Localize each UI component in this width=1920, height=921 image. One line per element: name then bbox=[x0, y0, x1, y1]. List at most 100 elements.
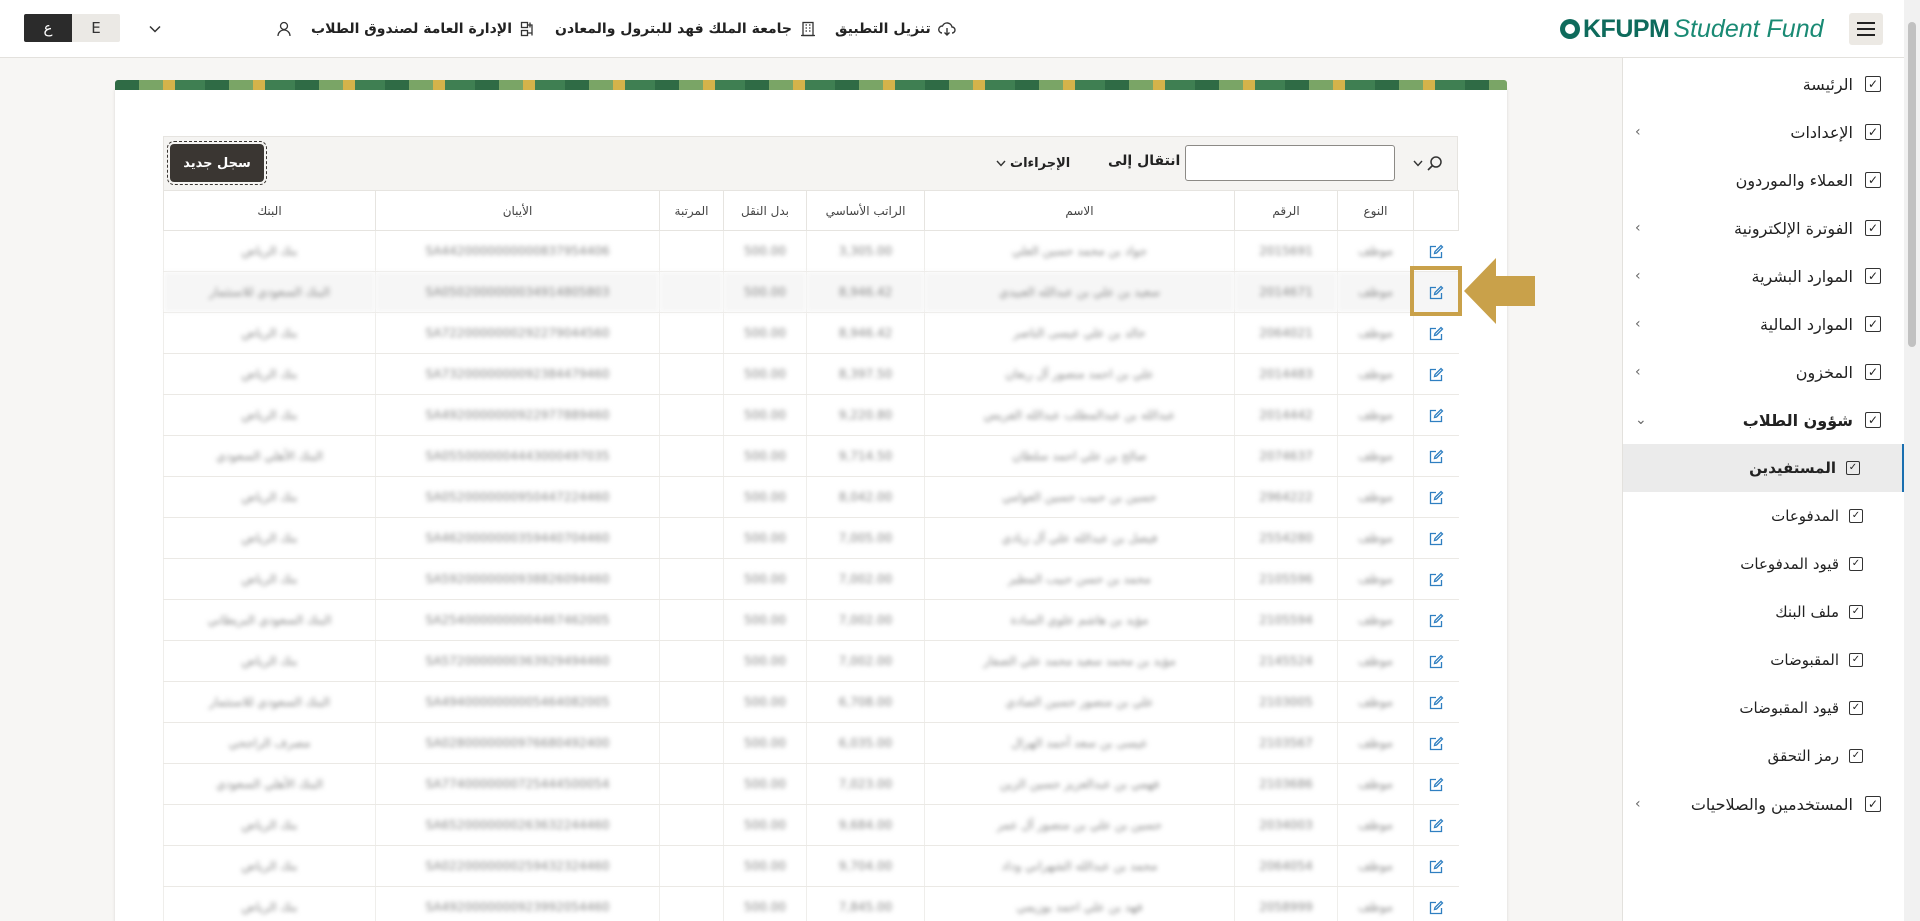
table-row[interactable]: موظف 2034003 حسين بن علي بن منصور آل عمر 9,… bbox=[163, 804, 1459, 846]
checkbox-icon: ✓ bbox=[1865, 172, 1881, 188]
edit-row-button[interactable] bbox=[1413, 394, 1459, 436]
table-cell: SA4940000000005464082005 bbox=[375, 681, 660, 723]
table-cell: SA7320000000092384479460 bbox=[375, 353, 660, 395]
new-record-button[interactable]: سجل جديد bbox=[167, 141, 267, 185]
sidebar-item-verification-code[interactable]: ✓ رمز التحقق bbox=[1623, 732, 1905, 780]
sidebar-item-customers-suppliers[interactable]: ✓ العملاء والموردون bbox=[1623, 156, 1905, 204]
table-row[interactable]: موظف 2064054 محمد بن عبدالله الشهراني وداد… bbox=[163, 845, 1459, 887]
table-cell: صالح بن علي احمد سلطان bbox=[924, 435, 1235, 477]
table-cell: 7,023.00 bbox=[806, 763, 925, 805]
edit-row-button[interactable] bbox=[1413, 312, 1459, 354]
edit-row-button[interactable] bbox=[1413, 558, 1459, 600]
sidebar-item-settings[interactable]: ✓ الإعدادات ‹ bbox=[1623, 108, 1905, 156]
table-row[interactable]: موظف 2964222 حسين بن حبيب حسين العوامي 8,04… bbox=[163, 476, 1459, 518]
table-cell: 2105596 bbox=[1234, 558, 1338, 600]
sidebar-item-users-permissions[interactable]: ✓ المستخدمين والصلاحيات ‹ bbox=[1623, 780, 1905, 828]
table-cell: علي بن احمد منصور آل ربعان bbox=[924, 353, 1235, 395]
edit-row-button[interactable] bbox=[1413, 271, 1459, 313]
table-cell bbox=[659, 230, 724, 272]
page-scrollbar[interactable] bbox=[1904, 0, 1920, 921]
edit-row-button[interactable] bbox=[1413, 517, 1459, 559]
column-header[interactable]: الاسم bbox=[924, 190, 1235, 231]
edit-row-button[interactable] bbox=[1413, 804, 1459, 846]
download-app-link[interactable]: تنزيل التطبيق bbox=[835, 20, 956, 38]
sidebar-item-receipt-entries[interactable]: ✓ قيود المقبوضات bbox=[1623, 684, 1905, 732]
search-options-button[interactable] bbox=[1410, 150, 1446, 176]
table-row[interactable]: موظف 2105594 مؤيد بن هاشم علوي السادة 7,002… bbox=[163, 599, 1459, 641]
sidebar-item-receipts[interactable]: ✓ المقبوضات bbox=[1623, 636, 1905, 684]
table-row[interactable]: موظف 2014483 علي بن احمد منصور آل ربعان 8,3… bbox=[163, 353, 1459, 395]
table-row[interactable]: موظف 2058999 فهد بن علي احمد بوزيمي 7,845.0… bbox=[163, 886, 1459, 921]
table-row[interactable]: موظف 2103567 عيسى بن سعد أحمد الهزال 6,035.… bbox=[163, 722, 1459, 764]
app-logo[interactable]: KFUPM Student Fund bbox=[1560, 11, 1824, 47]
table-cell bbox=[659, 353, 724, 395]
edit-row-button[interactable] bbox=[1413, 845, 1459, 887]
checkbox-icon: ✓ bbox=[1849, 557, 1863, 571]
sidebar-item-e-invoicing[interactable]: ✓ الفوترة الإلكترونية ‹ bbox=[1623, 204, 1905, 252]
column-header[interactable]: المرتبة bbox=[659, 190, 724, 231]
table-row[interactable]: موظف 2014442 عبدالله بن عبدالمطلب عبدالله … bbox=[163, 394, 1459, 436]
sidebar-item-bank-file[interactable]: ✓ ملف البنك bbox=[1623, 588, 1905, 636]
table-cell: 500.00 bbox=[723, 763, 807, 805]
column-header[interactable]: الأيبان bbox=[375, 190, 660, 231]
sidebar-item-student-affairs[interactable]: ✓ شؤون الطلاب ⌄ bbox=[1623, 396, 1905, 444]
table-row[interactable]: موظف 2015691 جواد بن محمد حسين العلي 3,305.… bbox=[163, 230, 1459, 272]
table-cell: SA4420000000000837954406 bbox=[375, 230, 660, 272]
table-cell: 3,305.00 bbox=[806, 230, 925, 272]
table-cell bbox=[659, 312, 724, 354]
table-row[interactable]: موظف 2074637 صالح بن علي احمد سلطان 9,714.5… bbox=[163, 435, 1459, 477]
table-row[interactable]: موظف 2014671 سعيد بن علي بن عبدالله العبيد… bbox=[163, 271, 1459, 313]
column-header[interactable]: الراتب الأساسي bbox=[806, 190, 925, 231]
edit-row-button[interactable] bbox=[1413, 763, 1459, 805]
actions-label: الإجراءات bbox=[1010, 155, 1071, 171]
edit-row-button[interactable] bbox=[1413, 230, 1459, 272]
sidebar-item-financial-resources[interactable]: ✓ الموارد المالية ‹ bbox=[1623, 300, 1905, 348]
column-header[interactable]: الرقم bbox=[1234, 190, 1338, 231]
fund-administration-link[interactable]: الإدارة العامة لصندوق الطلاب bbox=[311, 20, 537, 38]
table-row[interactable]: موظف 2103005 علي بن منصور حسين الصادي 6,708… bbox=[163, 681, 1459, 723]
table-row[interactable]: موظف 2105596 محمد بن حسن حبيب المطير 7,002.… bbox=[163, 558, 1459, 600]
table-cell: 9,220.80 bbox=[806, 394, 925, 436]
sidebar-item-payment-entries[interactable]: ✓ قيود المدفوعات bbox=[1623, 540, 1905, 588]
column-header[interactable]: البنك bbox=[163, 190, 376, 231]
edit-row-button[interactable] bbox=[1413, 476, 1459, 518]
language-dropdown[interactable] bbox=[140, 14, 170, 44]
edit-row-button[interactable] bbox=[1413, 722, 1459, 764]
edit-row-button[interactable] bbox=[1413, 599, 1459, 641]
table-row[interactable]: موظف 2103686 فهمي بن عبدالعزيز حسين الزين 7… bbox=[163, 763, 1459, 805]
table-cell: مؤيد بن هاشم علوي السادة bbox=[924, 599, 1235, 641]
user-profile-button[interactable] bbox=[268, 20, 293, 38]
edit-row-button[interactable] bbox=[1413, 435, 1459, 477]
column-header[interactable]: النوع bbox=[1337, 190, 1414, 231]
university-link[interactable]: جامعة الملك فهد للبترول والمعادن bbox=[555, 20, 817, 38]
sidebar-item-payments[interactable]: ✓ المدفوعات bbox=[1623, 492, 1905, 540]
table-cell: SA0220000000259432324460 bbox=[375, 845, 660, 887]
hamburger-menu-button[interactable] bbox=[1849, 13, 1883, 45]
edit-row-button[interactable] bbox=[1413, 353, 1459, 395]
table-cell: محمد بن عبدالله الشهراني وداد bbox=[924, 845, 1235, 887]
search-input[interactable] bbox=[1185, 145, 1395, 181]
edit-row-button[interactable] bbox=[1413, 640, 1459, 682]
table-cell: 500.00 bbox=[723, 845, 807, 887]
column-header[interactable]: بدل النقل bbox=[723, 190, 807, 231]
scrollbar-thumb[interactable] bbox=[1908, 22, 1916, 347]
table-cell: 500.00 bbox=[723, 312, 807, 354]
table-cell bbox=[659, 476, 724, 518]
actions-menu-button[interactable]: الإجراءات bbox=[996, 152, 1070, 174]
sidebar-item-human-resources[interactable]: ✓ الموارد البشرية ‹ bbox=[1623, 252, 1905, 300]
sidebar-item-beneficiaries[interactable]: ✓ المستفيدين bbox=[1623, 444, 1905, 492]
edit-row-button[interactable] bbox=[1413, 886, 1459, 921]
sidebar-item-home[interactable]: ✓ الرئيسة bbox=[1623, 60, 1905, 108]
table-row[interactable]: موظف 2554280 فيصل بن عبدالله علي آل زيادي 7… bbox=[163, 517, 1459, 559]
language-english-button[interactable]: E bbox=[72, 14, 120, 42]
table-cell: SA0520000000950447224460 bbox=[375, 476, 660, 518]
edit-row-button[interactable] bbox=[1413, 681, 1459, 723]
table-row[interactable]: موظف 2145524 مؤيد بن محمد سعيد محمد علي ال… bbox=[163, 640, 1459, 682]
sidebar-item-inventory[interactable]: ✓ المخزون ‹ bbox=[1623, 348, 1905, 396]
table-cell: 2103005 bbox=[1234, 681, 1338, 723]
table-row[interactable]: موظف 2064021 خالد بن علي عيسى الناصر 8,946.… bbox=[163, 312, 1459, 354]
table-cell: SA0502000000034914805803 bbox=[375, 271, 660, 313]
table-cell: 500.00 bbox=[723, 640, 807, 682]
table-cell bbox=[659, 681, 724, 723]
language-arabic-button[interactable]: ع bbox=[24, 14, 72, 42]
